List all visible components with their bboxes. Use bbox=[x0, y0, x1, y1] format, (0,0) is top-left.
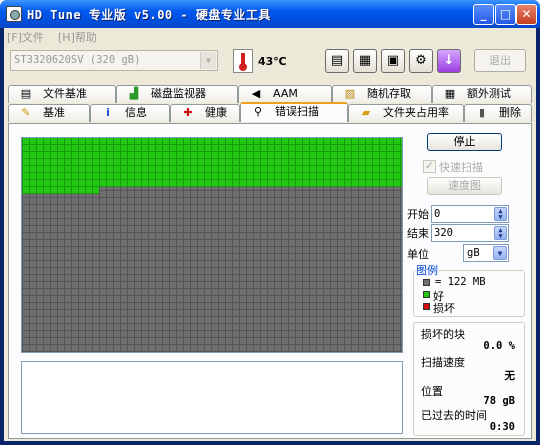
tab-label: AAM bbox=[273, 87, 298, 100]
scanned-good-blocks-partial-row bbox=[22, 187, 99, 194]
position-label: 位置 bbox=[421, 385, 443, 398]
download-icon: ↓ bbox=[443, 53, 455, 68]
app-window: HD Tune 专业版 v5.00 - 硬盘专业工具 _ □ ✕ [F]文件 [… bbox=[0, 0, 540, 445]
tab-label: 磁盘监视器 bbox=[151, 87, 206, 100]
error-scan-panel: 停止 快速扫描 速度图 开始 0 ▲▼ 结束 320 ▲▼ 单位 gB ▼ 图例 bbox=[8, 123, 532, 439]
tab-label: 删除 bbox=[499, 106, 521, 119]
spinner-arrows-icon[interactable]: ▲ ▼ bbox=[494, 226, 507, 240]
block-map bbox=[21, 137, 403, 353]
toolbar: ST3320620SV (320 gB) ▼ 43℃ ▤ ▦ ▣ ⚙ ↓ 退出 bbox=[4, 46, 536, 78]
chevron-down-icon: ▼ bbox=[200, 52, 216, 69]
tab-folder-usage[interactable]: ▰ 文件夹占用率 bbox=[348, 104, 464, 122]
close-button[interactable]: ✕ bbox=[516, 4, 537, 25]
tab-delete[interactable]: ▮ 删除 bbox=[464, 104, 532, 122]
tab-label: 基准 bbox=[43, 106, 65, 119]
speed-map-button[interactable]: 速度图 bbox=[427, 177, 502, 195]
drive-select[interactable]: ST3320620SV (320 gB) ▼ bbox=[10, 50, 218, 71]
legend-good-swatch bbox=[423, 291, 430, 298]
tab-extra-tests[interactable]: ▦ 额外测试 bbox=[432, 85, 532, 103]
chevron-down-icon: ▼ bbox=[493, 246, 507, 260]
file-benchmark-icon: ▤ bbox=[20, 87, 32, 100]
menu-bar: [F]文件 [H]帮助 bbox=[4, 28, 536, 45]
legend-unscanned-swatch bbox=[423, 279, 430, 286]
start-label: 开始 bbox=[407, 208, 429, 221]
scan-log[interactable] bbox=[21, 361, 403, 434]
tab-label: 额外测试 bbox=[467, 87, 511, 100]
tab-label: 错误扫描 bbox=[275, 105, 319, 118]
scan-speed-label: 扫描速度 bbox=[421, 356, 465, 369]
tab-health[interactable]: ✚ 健康 bbox=[170, 104, 240, 122]
end-value: 320 bbox=[434, 227, 453, 239]
minimize-button[interactable]: _ bbox=[473, 4, 494, 25]
elapsed-time-value: 0:30 bbox=[489, 421, 515, 433]
unit-select[interactable]: gB ▼ bbox=[463, 244, 509, 262]
copy-text-button[interactable]: ▤ bbox=[325, 49, 349, 73]
legend-bad-label: 损坏 bbox=[433, 302, 455, 315]
elapsed-time-label: 已过去的时间 bbox=[421, 409, 487, 422]
trash-icon: ▮ bbox=[478, 106, 486, 119]
tab-label: 文件夹占用率 bbox=[383, 106, 449, 119]
damaged-blocks-label: 损坏的块 bbox=[421, 328, 465, 341]
spinner-arrows-icon[interactable]: ▲ ▼ bbox=[494, 207, 507, 221]
tab-disk-monitor[interactable]: ▟ 磁盘监视器 bbox=[116, 85, 238, 103]
quick-scan-checkbox[interactable] bbox=[423, 159, 436, 173]
speaker-icon: ◀ bbox=[251, 87, 261, 100]
benchmark-icon: ✎ bbox=[21, 106, 31, 119]
legend-block-size: = 122 MB bbox=[435, 276, 486, 288]
client-area: [F]文件 [H]帮助 ST3320620SV (320 gB) ▼ 43℃ ▤… bbox=[4, 28, 536, 441]
start-value: 0 bbox=[434, 208, 441, 220]
save-icon: ▣ bbox=[386, 53, 400, 68]
options-button[interactable]: ⚙ bbox=[409, 49, 433, 73]
stop-button[interactable]: 停止 bbox=[427, 133, 502, 151]
quick-scan-label: 快速扫描 bbox=[439, 161, 483, 174]
app-disk-icon bbox=[6, 6, 22, 22]
info-icon: i bbox=[106, 106, 110, 119]
legend-bad-swatch bbox=[423, 303, 430, 310]
folder-icon: ▰ bbox=[361, 106, 371, 119]
temperature-readout: 43℃ bbox=[258, 55, 287, 68]
title-bar[interactable]: HD Tune 专业版 v5.00 - 硬盘专业工具 _ □ ✕ bbox=[0, 0, 540, 28]
scan-speed-value: 无 bbox=[504, 370, 516, 382]
unit-label: 单位 bbox=[407, 248, 429, 261]
window-title: HD Tune 专业版 v5.00 - 硬盘专业工具 bbox=[27, 8, 271, 22]
tab-info[interactable]: i 信息 bbox=[90, 104, 170, 122]
maximize-button[interactable]: □ bbox=[495, 4, 516, 25]
tab-benchmark[interactable]: ✎ 基准 bbox=[8, 104, 90, 122]
tab-error-scan[interactable]: ⚲ 错误扫描 bbox=[240, 102, 348, 122]
copy-screenshot-icon: ▦ bbox=[358, 53, 372, 68]
random-access-icon: ▨ bbox=[344, 87, 356, 100]
tab-label: 随机存取 bbox=[367, 87, 411, 100]
scanned-good-blocks bbox=[22, 138, 402, 187]
tab-aam[interactable]: ◀ AAM bbox=[238, 85, 332, 103]
thermometer-icon bbox=[233, 49, 253, 73]
tab-file-benchmark[interactable]: ▤ 文件基准 bbox=[8, 85, 116, 103]
extra-tests-icon: ▦ bbox=[444, 87, 456, 100]
unit-value: gB bbox=[467, 247, 480, 259]
tab-label: 文件基准 bbox=[43, 87, 87, 100]
tab-label: 信息 bbox=[125, 106, 147, 119]
copy-text-icon: ▤ bbox=[330, 53, 344, 68]
end-label: 结束 bbox=[407, 227, 429, 240]
tab-random-access[interactable]: ▨ 随机存取 bbox=[332, 85, 432, 103]
damaged-blocks-value: 0.0 % bbox=[483, 340, 515, 352]
copy-screenshot-button[interactable]: ▦ bbox=[353, 49, 377, 73]
start-input[interactable]: 0 ▲ ▼ bbox=[431, 205, 509, 223]
download-button[interactable]: ↓ bbox=[437, 49, 461, 73]
save-button[interactable]: ▣ bbox=[381, 49, 405, 73]
disk-monitor-icon: ▟ bbox=[129, 87, 139, 100]
menu-file[interactable]: [F]文件 bbox=[7, 29, 44, 45]
position-value: 78 gB bbox=[483, 395, 515, 407]
health-cross-icon: ✚ bbox=[183, 106, 193, 119]
tab-label: 健康 bbox=[205, 106, 227, 119]
magnifier-icon: ⚲ bbox=[253, 105, 263, 118]
options-icon: ⚙ bbox=[415, 53, 427, 68]
drive-select-value: ST3320620SV (320 gB) bbox=[14, 54, 141, 66]
exit-button[interactable]: 退出 bbox=[474, 49, 526, 72]
end-input[interactable]: 320 ▲ ▼ bbox=[431, 224, 509, 242]
menu-help[interactable]: [H]帮助 bbox=[58, 29, 97, 45]
